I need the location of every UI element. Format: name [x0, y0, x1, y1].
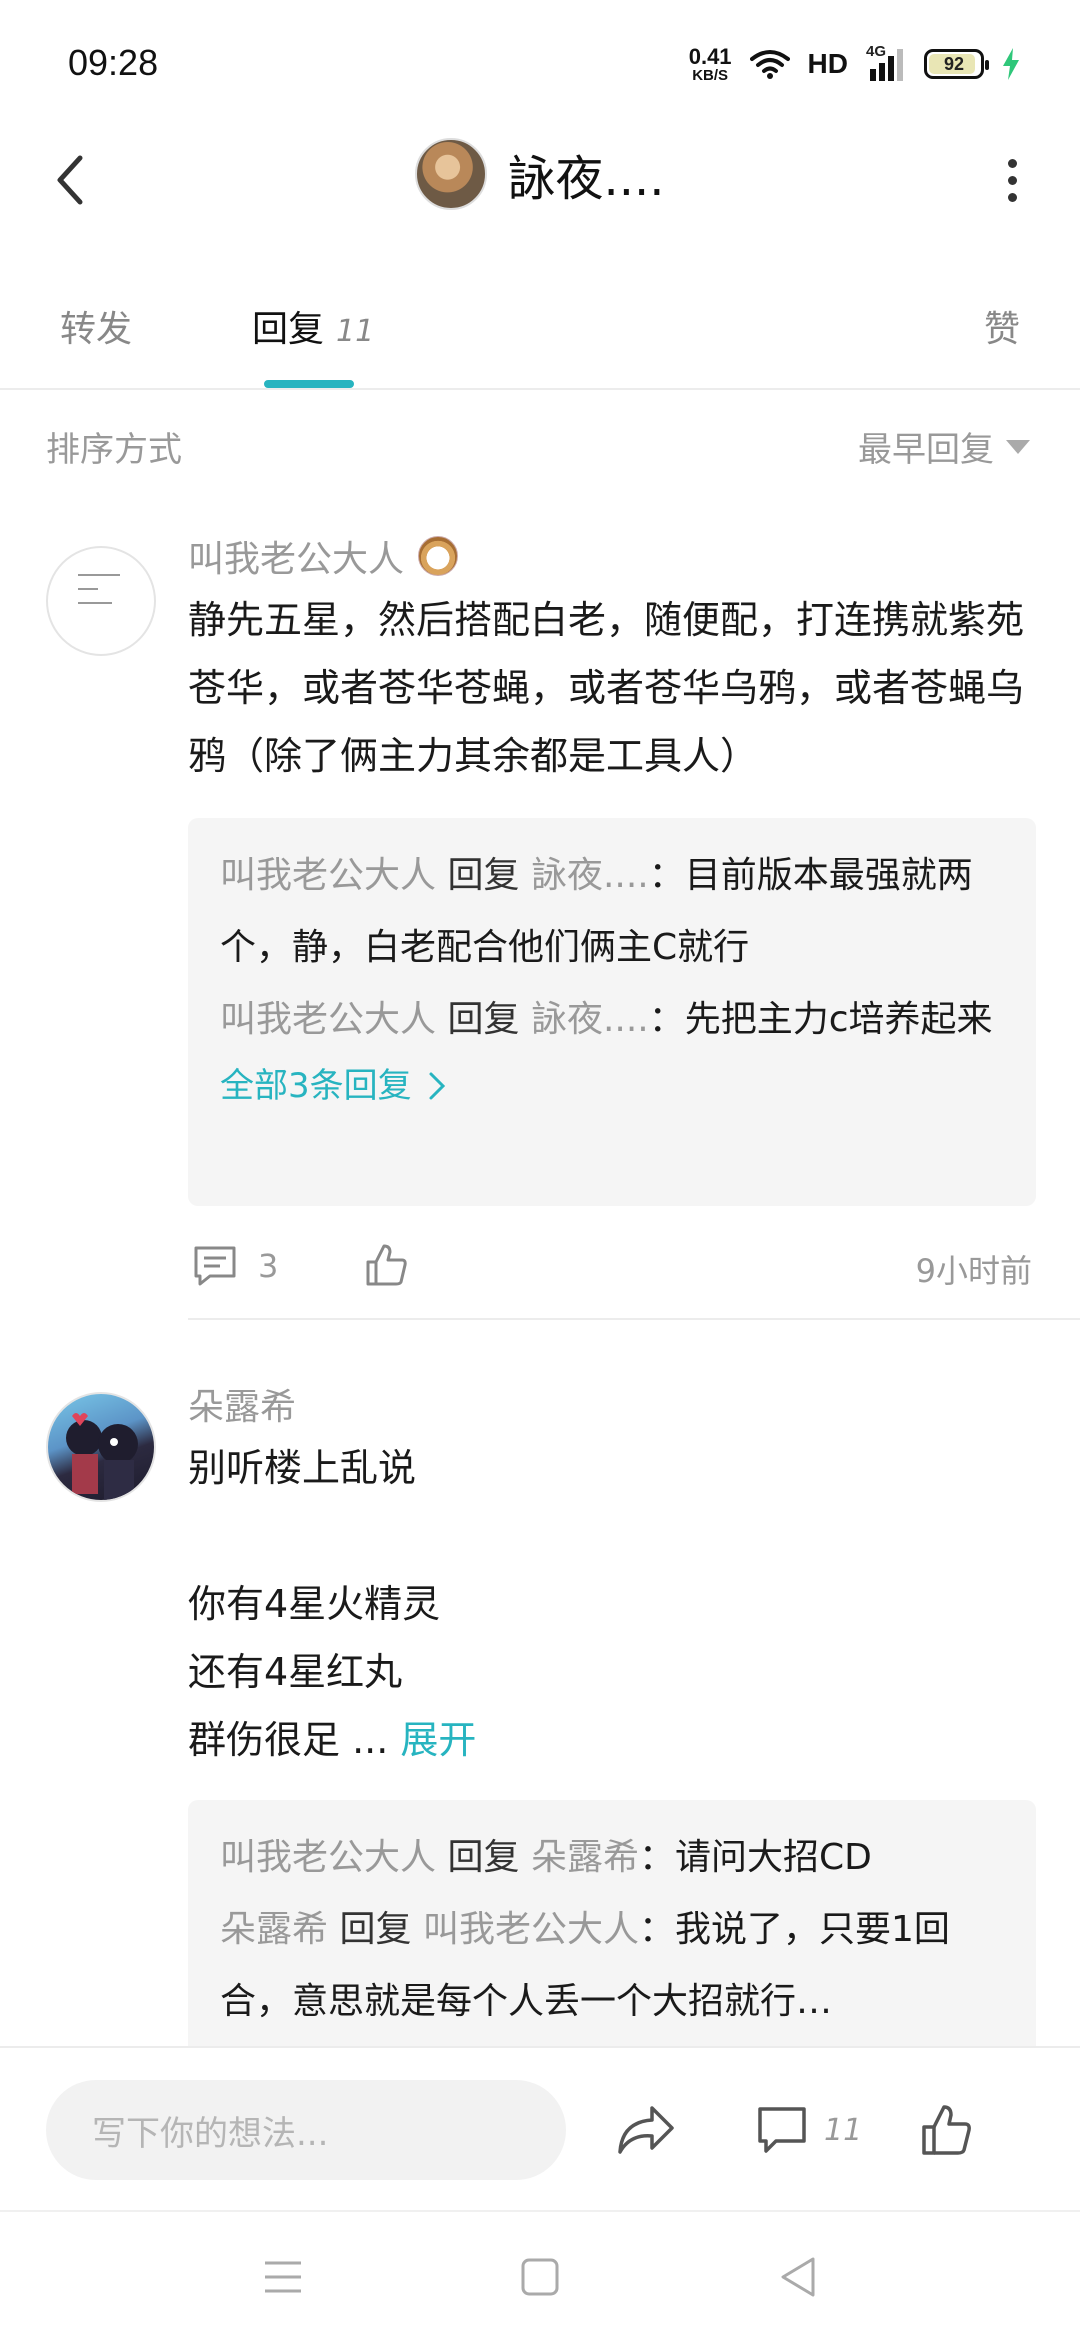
- reply-from[interactable]: 朵露希: [220, 1909, 328, 1950]
- sort-dropdown[interactable]: 最早回复: [858, 422, 1030, 471]
- battery-icon: 92: [924, 49, 989, 79]
- reply-item[interactable]: 叫我老公大人 回复 朵露希：请问大招CD: [220, 1822, 1006, 1894]
- reply-verb: 回复: [447, 999, 520, 1040]
- comment-body: 叫我老公大人 静先五星，然后搭配白老，随便配，打连携就紫苑苍华，或者苍华苍蝇，或…: [188, 530, 1044, 790]
- expand-link[interactable]: 展开: [400, 1718, 476, 1762]
- reply-count: 3: [258, 1247, 279, 1285]
- reply-to[interactable]: 叫我老公大人: [423, 1909, 639, 1950]
- tab-reply-label: 回复: [252, 309, 325, 350]
- reply-from[interactable]: 叫我老公大人: [220, 855, 436, 896]
- tab-indicator: [264, 380, 354, 388]
- network-speed: 0.41 KB/S: [688, 43, 732, 84]
- comment-text[interactable]: 静先五星，然后搭配白老，随便配，打连携就紫苑苍华，或者苍华苍蝇，或者苍华乌鸦，或…: [188, 586, 1044, 790]
- header-user[interactable]: 詠夜....: [0, 138, 1080, 210]
- reply-box[interactable]: 叫我老公大人 回复 朵露希：请问大招CD 朵露希 回复 叫我老公大人：我说了，只…: [188, 1800, 1036, 2046]
- sort-label: 排序方式: [46, 430, 182, 470]
- reply-from[interactable]: 叫我老公大人: [220, 1837, 436, 1878]
- charging-icon: [1003, 48, 1019, 80]
- comment-text[interactable]: 别听楼上乱说 你有4星火精灵 还有4星红丸 群伤很足 ... 展开: [188, 1434, 1044, 1774]
- comment-text-truncated: 群伤很足 ...: [188, 1718, 389, 1762]
- comment-text-line-last: 群伤很足 ... 展开: [188, 1706, 1044, 1774]
- square-icon: [521, 2258, 559, 2296]
- reply-verb: 回复: [447, 1837, 520, 1878]
- like-button[interactable]: [920, 2094, 972, 2166]
- view-all-replies-label: 全部3条回复: [220, 1066, 412, 1106]
- tab-forward[interactable]: 转发: [60, 300, 132, 352]
- reply-verb: 回复: [447, 855, 520, 896]
- reply-to[interactable]: 朵露希: [531, 1837, 639, 1878]
- back-nav-button[interactable]: [772, 2252, 822, 2302]
- avatar[interactable]: [415, 138, 488, 210]
- avatar-image: [78, 574, 126, 634]
- home-button[interactable]: [515, 2252, 565, 2302]
- thumbs-up-icon: [922, 2105, 971, 2155]
- tab-reply-count: 11: [336, 314, 375, 349]
- comment-author[interactable]: 朵露希: [188, 1378, 1044, 1430]
- comment-author[interactable]: 叫我老公大人: [188, 530, 1044, 582]
- chevron-right-icon: [429, 1072, 446, 1100]
- view-all-replies-link[interactable]: 全部3条回复: [220, 1056, 1006, 1116]
- menu-button[interactable]: [258, 2252, 308, 2302]
- battery-level: 92: [943, 53, 965, 74]
- badge-icon: [418, 536, 459, 576]
- network-speed-unit: KB/S: [692, 66, 729, 84]
- header: 詠夜....: [0, 120, 1080, 240]
- reply-button[interactable]: 3: [192, 1244, 278, 1288]
- share-icon: [618, 2106, 674, 2154]
- status-icons: 0.41 KB/S HD 4G 92: [688, 43, 1020, 84]
- sort-row: 排序方式 最早回复: [0, 418, 1080, 478]
- share-button[interactable]: [616, 2094, 676, 2166]
- more-vertical-icon: [1007, 158, 1017, 168]
- reply-text: ：先把主力c培养起来: [648, 999, 993, 1040]
- comment-input-bar: 写下你的想法... 11: [0, 2046, 1080, 2208]
- reply-item[interactable]: 朵露希 回复 叫我老公大人：我说了，只要1回合，意思就是每个人丢一个大招就行…: [220, 1894, 1006, 2038]
- reply-from[interactable]: 叫我老公大人: [220, 999, 436, 1040]
- wifi-icon: [749, 50, 790, 79]
- comment-divider: [188, 1318, 1080, 1320]
- tab-reply[interactable]: 回复 11: [252, 300, 374, 352]
- signal-icon: 4G: [866, 43, 906, 81]
- tab-bar: 转发 回复 11 赞: [0, 280, 1080, 390]
- comment-input[interactable]: 写下你的想法...: [46, 2080, 566, 2180]
- comment-icon: [194, 1246, 236, 1286]
- comment-actions: 3 9小时前: [188, 1238, 1032, 1298]
- comment-text-line: 还有4星红丸: [188, 1650, 403, 1694]
- comment-icon: [758, 2107, 806, 2153]
- more-button[interactable]: [982, 150, 1042, 210]
- caret-down-icon: [1006, 439, 1030, 454]
- tab-like[interactable]: 赞: [984, 300, 1020, 352]
- sort-value: 最早回复: [858, 430, 994, 470]
- comment-author-name: 朵露希: [188, 1387, 297, 1428]
- comment-item: 叫我老公大人 静先五星，然后搭配白老，随便配，打连携就紫苑苍华，或者苍华苍蝇，或…: [0, 530, 1080, 1330]
- network-speed-value: 0.41: [688, 43, 732, 69]
- like-button[interactable]: [364, 1242, 408, 1292]
- system-navigation-bar: [0, 2210, 1080, 2340]
- comment-body: 朵露希 别听楼上乱说 你有4星火精灵 还有4星红丸 群伤很足 ... 展开: [188, 1378, 1044, 1774]
- reply-item[interactable]: 叫我老公大人 回复 詠夜....：先把主力c培养起来: [220, 984, 1006, 1056]
- triangle-back-icon: [781, 2257, 815, 2297]
- reply-text: ：请问大招CD: [638, 1837, 872, 1878]
- comments-button[interactable]: 11: [756, 2094, 862, 2166]
- reply-to[interactable]: 詠夜....: [531, 855, 649, 896]
- status-time: 09:28: [68, 42, 159, 83]
- page-title: 詠夜....: [507, 151, 665, 207]
- hd-label: HD: [807, 48, 848, 79]
- reply-verb: 回复: [339, 1909, 412, 1950]
- comment-time: 9小时前: [915, 1252, 1032, 1290]
- comment-author-name: 叫我老公大人: [188, 539, 405, 580]
- comment-text-line: 你有4星火精灵: [188, 1582, 441, 1626]
- avatar-image: [66, 1413, 138, 1500]
- avatar[interactable]: [46, 546, 156, 656]
- comment-text-line: [188, 1502, 1044, 1570]
- reply-to[interactable]: 詠夜....: [531, 999, 649, 1040]
- comment-item: 朵露希 别听楼上乱说 你有4星火精灵 还有4星红丸 群伤很足 ... 展开 叫我…: [0, 1378, 1080, 2046]
- reply-item[interactable]: 叫我老公大人 回复 詠夜....：目前版本最强就两个，静，白老配合他们俩主C就行: [220, 840, 1006, 984]
- menu-icon: [265, 2261, 301, 2293]
- comments-count: 11: [824, 2112, 863, 2148]
- avatar[interactable]: [46, 1392, 156, 1502]
- reply-box[interactable]: 叫我老公大人 回复 詠夜....：目前版本最强就两个，静，白老配合他们俩主C就行…: [188, 818, 1036, 1206]
- status-bar: 09:28 0.41 KB/S HD 4G 92: [0, 0, 1080, 120]
- comment-text-line: 别听楼上乱说: [188, 1446, 417, 1490]
- thumbs-up-icon: [366, 1244, 407, 1286]
